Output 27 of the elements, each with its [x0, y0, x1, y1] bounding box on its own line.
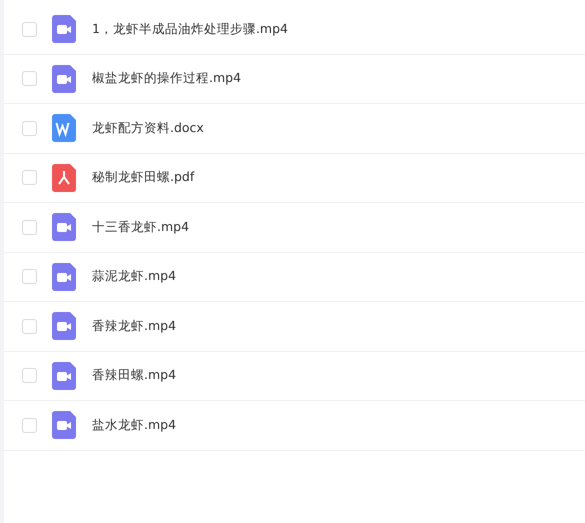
checkbox[interactable] [22, 368, 37, 384]
file-name[interactable]: 龙虾配方资料.docx [92, 120, 204, 137]
video-file-icon [52, 15, 76, 44]
video-file-icon [52, 213, 76, 242]
file-name[interactable]: 秘制龙虾田螺.pdf [92, 169, 194, 186]
pdf-file-icon [52, 164, 76, 192]
video-file-icon [52, 262, 76, 291]
video-file-icon [52, 64, 76, 93]
file-name[interactable]: 十三香龙虾.mp4 [92, 218, 190, 236]
file-name[interactable]: 椒盐龙虾的操作过程.mp4 [92, 70, 242, 88]
checkbox[interactable] [22, 71, 37, 86]
checkbox[interactable] [22, 318, 37, 334]
file-name[interactable]: 蒜泥龙虾.mp4 [92, 268, 176, 286]
checkbox[interactable] [22, 22, 37, 37]
file-name[interactable]: 香辣田螺.mp4 [92, 367, 176, 384]
checkbox[interactable] [22, 120, 37, 136]
checkbox[interactable] [22, 269, 37, 284]
checkbox[interactable] [22, 220, 37, 235]
file-name[interactable]: 盐水龙虾.mp4 [92, 416, 176, 434]
video-file-icon [52, 362, 76, 390]
video-file-icon [52, 312, 76, 340]
file-name[interactable]: 香辣龙虾.mp4 [92, 318, 176, 335]
checkbox[interactable] [22, 170, 37, 186]
video-file-icon [52, 411, 76, 440]
file-name[interactable]: 1，龙虾半成品油炸处理步骤.mp4 [92, 20, 288, 38]
word-file-icon [52, 114, 76, 142]
checkbox[interactable] [22, 418, 37, 433]
